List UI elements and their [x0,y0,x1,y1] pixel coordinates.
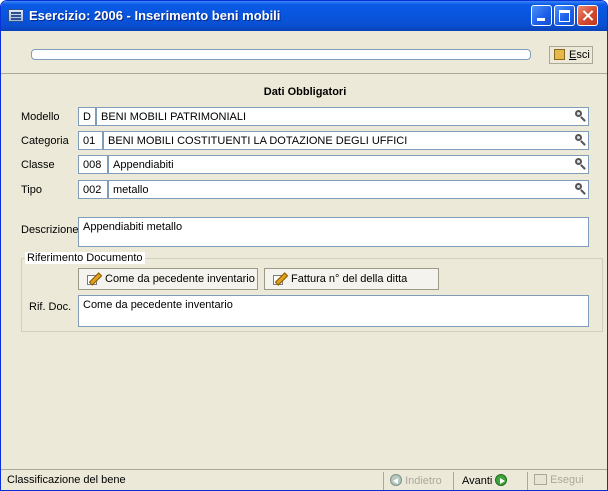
edit-icon [87,272,101,285]
next-button[interactable]: Avanti [453,472,519,490]
descrizione-label: Descrizione [21,224,79,236]
search-icon[interactable] [574,157,587,170]
riferimento-legend: Riferimento Documento [25,252,145,264]
come-da-inventario-label: Come da pecedente inventario [105,273,255,285]
progress-bar [31,49,531,60]
fattura-button[interactable]: Fattura n° del della ditta [264,268,439,290]
tipo-value[interactable]: metallo [108,180,589,199]
title-bar[interactable]: Esercizio: 2006 - Inserimento beni mobil… [1,1,607,31]
classe-code[interactable]: 008 [78,155,108,174]
back-button[interactable]: Indietro [383,472,451,490]
descrizione-field[interactable]: Appendiabiti metallo [78,217,589,247]
fattura-label: Fattura n° del della ditta [291,273,408,285]
classe-label: Classe [21,159,55,171]
rif-doc-label: Rif. Doc. [29,301,72,313]
modello-label: Modello [21,111,60,123]
minimize-button[interactable] [531,5,552,26]
tipo-label: Tipo [21,184,42,196]
modello-code[interactable]: D [78,107,96,126]
maximize-button[interactable] [554,5,575,26]
tipo-code[interactable]: 002 [78,180,108,199]
back-arrow-icon [390,474,402,486]
edit-icon [273,272,287,285]
come-da-inventario-button[interactable]: Come da pecedente inventario [78,268,258,290]
next-label: Avanti [462,475,493,487]
search-icon[interactable] [574,182,587,195]
classe-value[interactable]: Appendiabiti [108,155,589,174]
window-title: Esercizio: 2006 - Inserimento beni mobil… [29,8,281,23]
exec-label: Esegui [550,474,584,486]
exec-button[interactable]: Esegui [527,472,593,490]
rif-doc-field[interactable]: Come da pecedente inventario [78,295,589,327]
main-window: Esercizio: 2006 - Inserimento beni mobil… [0,0,608,491]
back-label: Indietro [405,475,442,487]
exit-icon [554,49,565,60]
esci-button[interactable]: Esci [549,46,593,64]
status-text: Classificazione del bene [7,474,126,486]
search-icon[interactable] [574,133,587,146]
close-button[interactable] [577,5,598,26]
modello-value[interactable]: BENI MOBILI PATRIMONIALI [96,107,589,126]
categoria-label: Categoria [21,135,69,147]
execute-icon [534,474,547,485]
status-bar: Classificazione del bene Indietro Avanti… [1,469,607,490]
app-icon [8,9,24,22]
search-icon[interactable] [574,109,587,122]
next-arrow-icon [495,474,508,486]
categoria-value[interactable]: BENI MOBILI COSTITUENTI LA DOTAZIONE DEG… [103,131,589,150]
esci-label: sci [576,49,590,61]
section-title: Dati Obbligatori [263,86,347,98]
categoria-code[interactable]: 01 [78,131,103,150]
